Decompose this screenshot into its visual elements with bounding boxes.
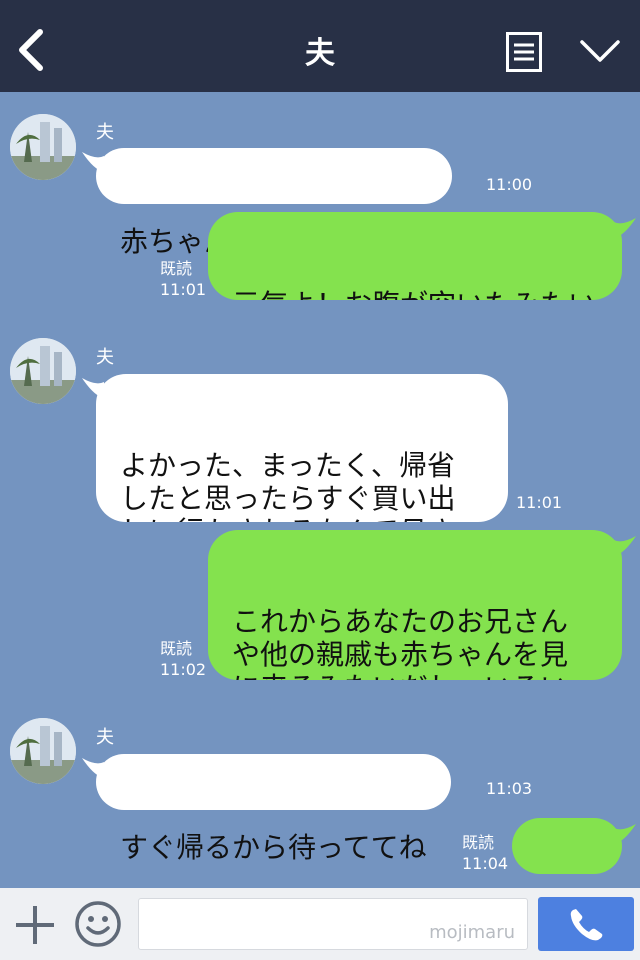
message-time: 11:02	[160, 660, 207, 679]
message-input[interactable]: mojimaru	[138, 898, 528, 950]
message-time: 11:04	[462, 854, 509, 873]
message-list[interactable]: 夫 赤ちゃんの様子はどう？ 11:00 既読 11:01 元気よ！お腹が空いたみ…	[0, 92, 640, 928]
avatar[interactable]	[10, 114, 76, 180]
bubble-tail	[614, 824, 636, 844]
message-text: よかった、まったく、帰省 したと思ったらすぐ買い出 しに行かされるなんて母さ ん…	[120, 449, 456, 522]
list-icon	[506, 32, 542, 72]
avatar[interactable]	[10, 338, 76, 404]
read-receipt: 既読	[462, 833, 495, 852]
avatar-image	[10, 114, 76, 180]
avatar-image	[10, 718, 76, 784]
menu-button[interactable]	[506, 32, 542, 72]
sender-name: 夫	[96, 727, 114, 748]
message-text: すぐ帰るから待っててね	[120, 831, 427, 864]
bubble-tail	[614, 536, 636, 556]
chat-header: 夫	[0, 0, 640, 92]
message-time: 11:00	[486, 175, 533, 194]
bubble-tail	[614, 218, 636, 238]
add-button[interactable]	[14, 904, 56, 946]
message-time: 11:01	[516, 493, 563, 512]
collapse-button[interactable]	[578, 36, 622, 66]
call-button[interactable]	[538, 897, 634, 951]
read-receipt: 既読	[160, 259, 193, 278]
sender-name: 夫	[96, 122, 114, 143]
avatar-image	[10, 338, 76, 404]
chat-title: 夫	[305, 36, 335, 71]
message-bubble[interactable]: これからあなたのお兄さん や他の親戚も赤ちゃんを見 に来るみたいだし、いろい ろ…	[208, 530, 622, 680]
message-bubble[interactable]: 赤ちゃんの様子はどう？	[96, 148, 453, 258]
message-time: 11:03	[486, 779, 533, 798]
message-text: これからあなたのお兄さん や他の親戚も赤ちゃんを見 に来るみたいだし、いろい ろ…	[232, 605, 569, 680]
read-receipt: 既読	[160, 639, 193, 658]
message-bubble[interactable]: ええ	[512, 818, 622, 928]
message-text: 元気よ！お腹が空いたみたい いだから、今から授乳	[232, 288, 598, 300]
watermark-text: mojimaru	[429, 922, 515, 943]
emoji-button[interactable]	[74, 900, 122, 948]
avatar[interactable]	[10, 718, 76, 784]
sender-name: 夫	[96, 347, 114, 368]
message-bubble[interactable]: すぐ帰るから待っててね	[96, 754, 451, 864]
phone-icon	[570, 909, 603, 941]
message-time: 11:01	[160, 280, 207, 299]
smiley-icon	[75, 901, 121, 947]
message-bubble[interactable]: 元気よ！お腹が空いたみたい いだから、今から授乳	[208, 212, 622, 300]
plus-icon	[16, 906, 54, 944]
message-bubble[interactable]: よかった、まったく、帰省 したと思ったらすぐ買い出 しに行かされるなんて母さ ん…	[96, 374, 508, 522]
chevron-down-icon	[580, 40, 620, 62]
